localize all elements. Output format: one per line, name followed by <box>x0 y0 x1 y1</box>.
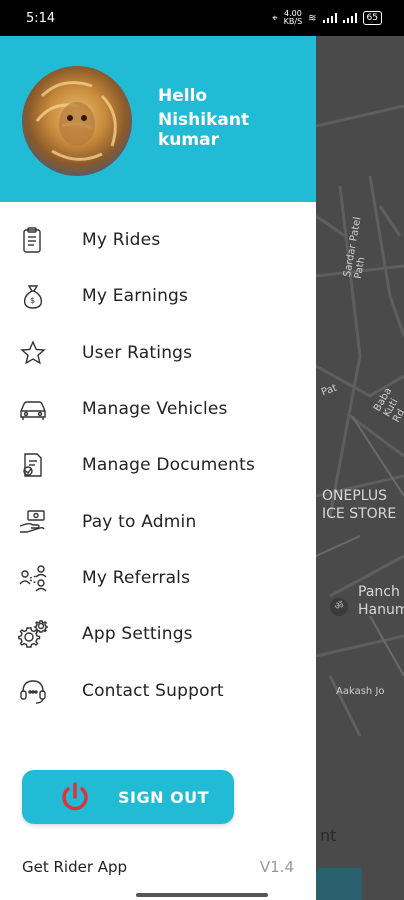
drawer-header: Hello Nishikant kumar <box>0 36 316 202</box>
document-edit-icon <box>18 450 48 480</box>
map-label: Aakash Jo <box>336 686 385 697</box>
battery-icon: 65 <box>362 11 382 25</box>
status-bar: 5:14 ⌖ 4.00 KB/S ≋ 65 <box>0 0 404 36</box>
hand-payment-icon <box>18 507 48 537</box>
greeting-text: Hello <box>158 86 208 106</box>
referral-network-icon <box>18 563 48 593</box>
map-bottom-text: nt <box>320 826 337 845</box>
gear-icon <box>18 619 48 649</box>
app-version: V1.4 <box>259 858 294 876</box>
svg-text:$: $ <box>30 296 35 305</box>
menu-item-manage-vehicles[interactable]: Manage Vehicles <box>0 381 316 437</box>
star-icon <box>18 338 48 368</box>
drawer-menu: My Rides $ My Earnings User Ratings Mana… <box>0 212 316 719</box>
map-poi-label: ICE STORE <box>322 506 397 522</box>
map-poi-label: ONEPLUS <box>322 488 388 504</box>
car-icon <box>18 394 48 424</box>
menu-item-manage-documents[interactable]: Manage Documents <box>0 437 316 493</box>
map-action-button[interactable] <box>316 868 362 900</box>
status-time: 5:14 <box>26 10 56 26</box>
map-poi-label: Panch <box>358 584 400 600</box>
menu-label: My Referrals <box>82 567 191 588</box>
home-indicator[interactable] <box>136 893 268 897</box>
avatar[interactable] <box>22 66 132 176</box>
menu-item-app-settings[interactable]: App Settings <box>0 606 316 662</box>
wifi-icon: ≋ <box>308 12 317 24</box>
menu-label: User Ratings <box>82 342 193 363</box>
menu-label: App Settings <box>82 624 193 645</box>
map-poi-label: Hanum <box>358 602 404 618</box>
menu-label: Manage Documents <box>82 455 256 476</box>
menu-label: Contact Support <box>82 680 224 701</box>
location-icon: ⌖ <box>272 12 278 24</box>
menu-label: My Rides <box>82 230 161 251</box>
user-name: Nishikant kumar <box>158 110 250 150</box>
navigation-drawer: Hello Nishikant kumar My Rides $ My Earn… <box>0 36 316 900</box>
menu-label: My Earnings <box>82 286 189 307</box>
menu-label: Manage Vehicles <box>82 399 228 420</box>
lion-avatar-image <box>35 81 117 161</box>
sign-out-button[interactable]: SIGN OUT <box>22 770 234 824</box>
menu-item-contact-support[interactable]: Contact Support <box>0 662 316 718</box>
signal-icon <box>322 13 337 23</box>
menu-item-my-referrals[interactable]: My Referrals <box>0 550 316 606</box>
menu-label: Pay to Admin <box>82 511 197 532</box>
status-icons: ⌖ 4.00 KB/S ≋ 65 <box>272 10 382 26</box>
data-speed: 4.00 KB/S <box>283 9 303 26</box>
menu-item-my-earnings[interactable]: $ My Earnings <box>0 268 316 324</box>
clipboard-list-icon <box>18 225 48 255</box>
map-pin-icon: ॐ <box>330 598 348 616</box>
get-rider-app-link[interactable]: Get Rider App <box>22 858 127 876</box>
sign-out-label: SIGN OUT <box>118 787 210 807</box>
power-icon <box>62 782 88 811</box>
menu-item-my-rides[interactable]: My Rides <box>0 212 316 268</box>
money-bag-icon: $ <box>18 281 48 311</box>
headset-icon <box>18 676 48 706</box>
menu-item-user-ratings[interactable]: User Ratings <box>0 325 316 381</box>
menu-item-pay-to-admin[interactable]: Pay to Admin <box>0 493 316 549</box>
signal-icon-2 <box>342 13 357 23</box>
